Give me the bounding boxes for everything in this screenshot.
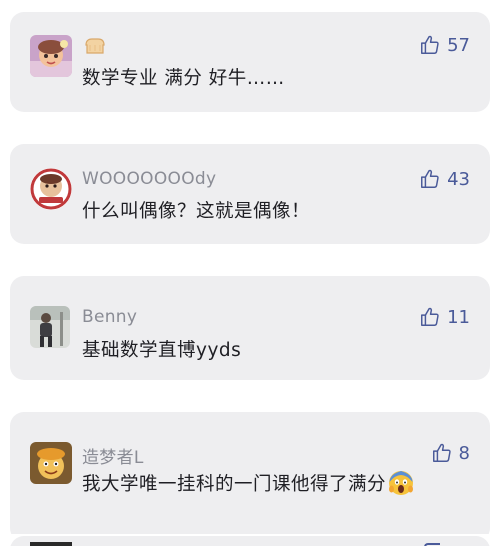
comment-card-partial[interactable] — [10, 536, 490, 546]
user-avatar[interactable] — [30, 442, 72, 484]
user-avatar[interactable] — [30, 306, 70, 348]
comment-text: 我大学唯一挂科的一门课他得了满分 — [82, 470, 414, 496]
cartoon-avatar-icon — [30, 35, 72, 77]
like-button[interactable]: 11 — [419, 306, 470, 328]
thumbs-up-icon — [421, 35, 439, 54]
username[interactable]: Benny — [82, 307, 137, 327]
comment-text-body: 我大学唯一挂科的一门课他得了满分 — [82, 474, 387, 495]
comment-card[interactable]: 数学专业 满分 好牛…… 57 — [10, 12, 490, 112]
comment-card[interactable]: Benny 基础数学直博yyds 11 — [10, 276, 490, 380]
cartoon-character-avatar-icon — [30, 442, 72, 484]
comment-text: 数学专业 满分 好牛…… — [82, 68, 285, 89]
comment-text: 什么叫偶像？这就是偶像！ — [82, 201, 311, 222]
bread-icon — [84, 37, 106, 55]
like-count: 8 — [458, 442, 470, 464]
person-photo-avatar-icon — [30, 306, 70, 348]
thumbs-up-icon — [432, 443, 451, 462]
like-count: 57 — [447, 34, 470, 56]
round-badge-avatar-icon — [30, 168, 72, 210]
user-avatar[interactable] — [30, 168, 72, 210]
username[interactable]: WOOOOOOOdy — [82, 169, 216, 189]
thumbs-up-icon — [421, 307, 439, 326]
like-button[interactable]: 57 — [419, 34, 470, 56]
screaming-face-emoji — [388, 470, 414, 496]
comment-card[interactable]: WOOOOOOOdy 什么叫偶像？这就是偶像！ 43 — [10, 144, 490, 244]
like-button[interactable]: 43 — [419, 168, 470, 190]
username[interactable]: 造梦者L — [82, 443, 144, 468]
like-count: 43 — [447, 168, 470, 190]
comment-text: 基础数学直博yyds — [82, 340, 242, 361]
user-avatar[interactable] — [30, 35, 72, 77]
user-avatar[interactable] — [30, 542, 72, 546]
comment-list: 数学专业 满分 好牛…… 57 WOOOOOOOdy 什么叫偶像？这就是偶像！ — [0, 0, 501, 546]
comment-card[interactable]: 造梦者L 我大学唯一挂科的一门课他得了满分 8 — [10, 412, 490, 542]
thumbs-up-icon — [421, 169, 439, 188]
like-button[interactable]: 8 — [431, 442, 470, 464]
like-count: 11 — [447, 306, 470, 328]
